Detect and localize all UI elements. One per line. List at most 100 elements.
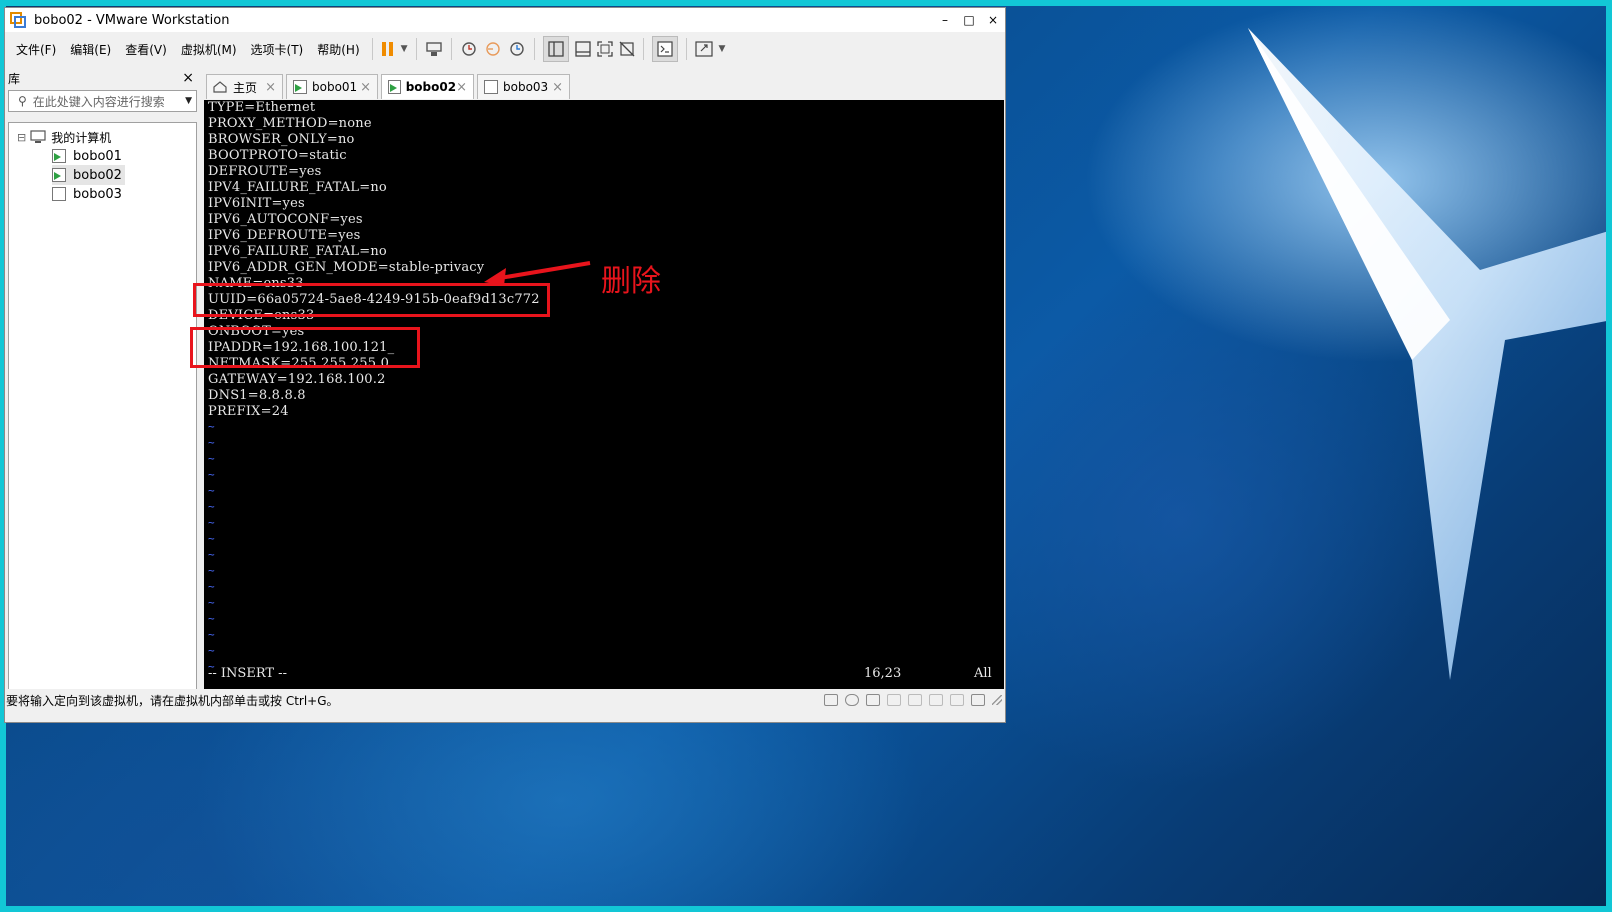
toolbar-separator [371,38,373,60]
vmware-app-icon [10,12,26,28]
vm-running-icon [52,149,66,163]
config-line: BOOTPROTO=static [208,148,347,163]
empty-line-tilde: ~ [208,500,215,513]
empty-line-tilde: ~ [208,420,215,433]
tree-item-my-computer[interactable]: ⊟ 我的计算机 [17,127,111,147]
config-line: PROXY_METHOD=none [208,116,372,131]
printer-icon[interactable] [929,694,943,706]
empty-line-tilde: ~ [208,628,215,641]
menu-file[interactable]: 文件(F) [9,41,63,58]
search-dropdown-icon[interactable]: ▼ [185,96,192,106]
stretch-guest-icon[interactable] [694,37,713,61]
empty-line-tilde: ~ [208,532,215,545]
vim-mode-indicator: -- INSERT -- [208,666,287,681]
vm-icon [484,80,498,94]
tab-label: 主页 [233,80,258,95]
empty-line-tilde: ~ [208,484,215,497]
hard-disk-icon[interactable] [824,694,838,706]
menu-view[interactable]: 查看(V) [118,41,174,58]
vm-icon [52,187,66,201]
empty-line-tilde: ~ [208,436,215,449]
tab-close-button[interactable]: × [552,80,563,95]
empty-line-tilde: ~ [208,580,215,593]
collapse-icon[interactable]: ⊟ [17,131,26,144]
thumbnail-bar-icon[interactable] [574,37,591,61]
tab-label: bobo02 [405,80,457,94]
tab-label: bobo01 [312,80,358,94]
library-search-input[interactable]: ⚲ 在此处键入内容进行搜索 ▼ [8,90,197,112]
menu-vm[interactable]: 虚拟机(M) [174,41,244,58]
tab-close-button[interactable]: × [360,80,371,95]
vm-running-icon [293,80,307,94]
vm-console[interactable]: TYPE=Ethernet PROXY_METHOD=none BROWSER_… [204,100,1004,689]
tab-bobo03[interactable]: bobo03 × [477,74,570,99]
minimize-button[interactable]: – [933,8,957,32]
send-ctrl-alt-del-icon[interactable] [425,37,443,61]
vmware-window[interactable]: bobo02 - VMware Workstation – □ × 文件(F) … [4,7,1006,723]
empty-line-tilde: ~ [208,644,215,657]
pause-icon[interactable] [381,37,395,61]
empty-line-tilde: ~ [208,548,215,561]
empty-line-tilde: ~ [208,468,215,481]
snapshot-manager-icon[interactable] [508,37,526,61]
config-line: IPV6_AUTOCONF=yes [208,212,363,227]
console-view-icon[interactable] [651,36,678,62]
tab-close-button[interactable]: × [265,80,276,95]
maximize-button[interactable]: □ [957,8,981,32]
tree-item-label: bobo01 [73,148,122,164]
tree-item-label: 我的计算机 [51,130,112,145]
menu-help[interactable]: 帮助(H) [310,41,366,58]
library-close-button[interactable]: × [182,70,194,86]
tree-item-bobo01[interactable]: bobo01 [52,146,122,166]
full-screen-icon[interactable] [596,37,613,61]
tab-bobo02[interactable]: bobo02 × [381,74,474,99]
vm-running-icon [388,80,401,94]
unity-icon[interactable] [619,37,635,61]
title-bar[interactable]: bobo02 - VMware Workstation – □ × [5,8,1005,32]
annotation-highlight-ipaddr [190,327,420,368]
show-library-icon[interactable] [542,36,569,62]
resize-grip-icon[interactable] [992,695,1002,705]
search-placeholder: 在此处键入内容进行搜索 [32,94,165,109]
network-adapter-icon[interactable] [866,694,880,706]
config-line: IPV6_ADDR_GEN_MODE=stable-privacy [208,260,485,275]
library-tree: ⊟ 我的计算机 bobo01 bobo02 bobo03 [8,122,197,710]
config-line: DEFROUTE=yes [208,164,322,179]
cd-dvd-icon[interactable] [845,694,859,706]
usb-icon[interactable] [887,694,901,706]
config-line: PREFIX=24 [208,404,289,419]
tree-item-label: bobo02 [73,167,122,183]
tree-item-label: bobo03 [73,186,122,202]
tab-close-button[interactable]: × [456,80,467,95]
empty-line-tilde: ~ [208,612,215,625]
close-button[interactable]: × [981,8,1005,32]
config-line: IPV4_FAILURE_FATAL=no [208,180,387,195]
menu-edit[interactable]: 编辑(E) [63,41,118,58]
empty-line-tilde: ~ [208,516,215,529]
tab-bar: 主页 × bobo01 × bobo02 × bobo03 × [203,72,1007,99]
annotation-highlight-uuid [193,283,550,317]
tree-item-bobo03[interactable]: bobo03 [52,184,122,204]
power-dropdown-icon[interactable]: ▼ [401,37,408,61]
status-message: 要将输入定向到该虚拟机，请在虚拟机内部单击或按 Ctrl+G。 [6,693,339,708]
computer-icon [30,130,46,143]
toolbar-separator [685,38,687,60]
config-line: IPV6_DEFROUTE=yes [208,228,361,243]
tab-bobo01[interactable]: bobo01 × [286,74,378,99]
snapshot-icon[interactable] [460,37,478,61]
message-log-icon[interactable] [971,694,985,706]
tree-item-bobo02[interactable]: bobo02 [52,165,125,185]
stretch-dropdown-icon[interactable]: ▼ [719,37,726,61]
search-icon: ⚲ [18,94,27,108]
library-title: 库 [8,71,21,86]
toolbar-separator [642,38,644,60]
sound-card-icon[interactable] [908,694,922,706]
menu-tabs[interactable]: 选项卡(T) [244,41,311,58]
display-icon[interactable] [950,694,964,706]
empty-line-tilde: ~ [208,564,215,577]
empty-line-tilde: ~ [208,596,215,609]
config-line: TYPE=Ethernet [208,100,316,115]
toolbar-separator [533,38,535,60]
revert-snapshot-icon[interactable] [484,37,502,61]
tab-home[interactable]: 主页 × [206,74,283,99]
